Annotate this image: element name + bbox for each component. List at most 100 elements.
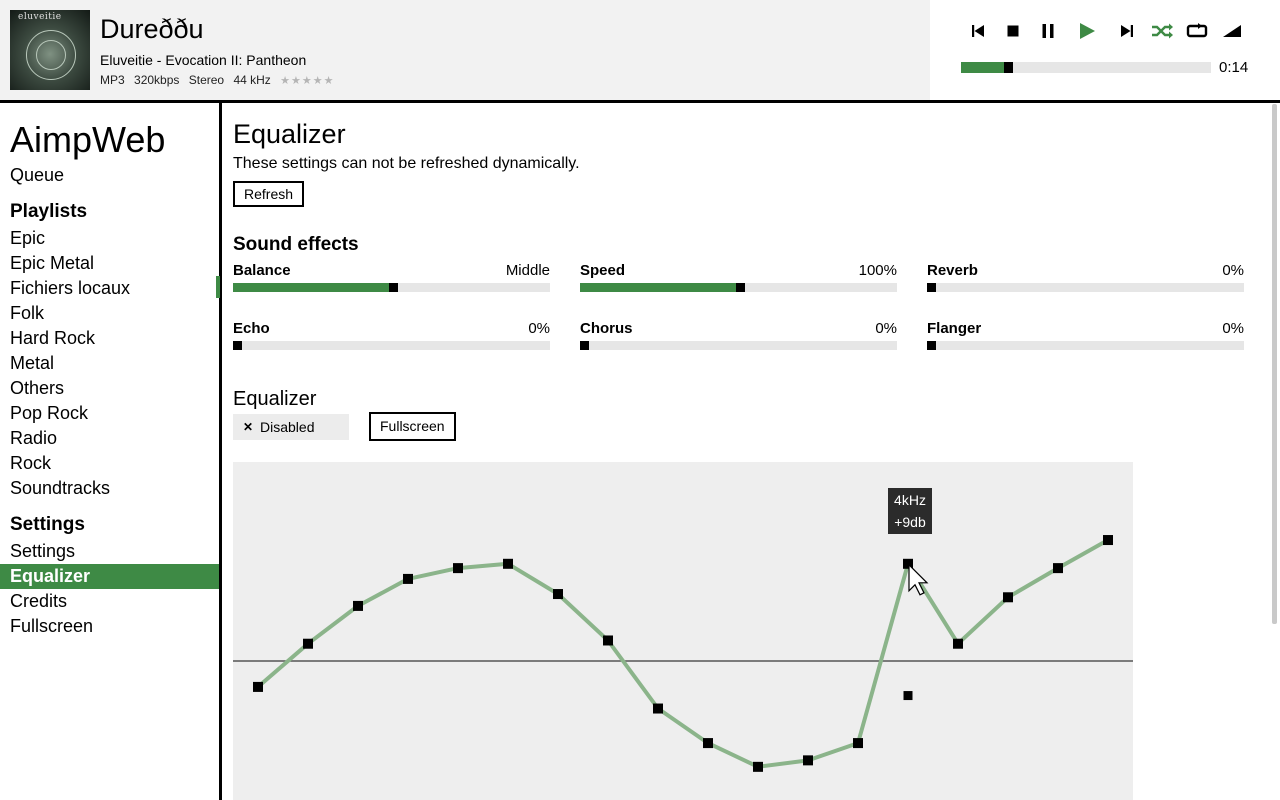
- settings-heading: Settings: [10, 514, 85, 535]
- album-art-inner-ring: [36, 40, 66, 70]
- effect-chorus: Chorus 0%: [580, 320, 897, 350]
- previous-icon: [972, 25, 984, 37]
- sidebar-item-playlist[interactable]: Fichiers locaux: [0, 276, 220, 301]
- reverb-slider[interactable]: [927, 283, 1244, 292]
- play-icon: [1080, 23, 1095, 39]
- chorus-slider[interactable]: [580, 341, 897, 350]
- slider-thumb[interactable]: [233, 341, 242, 350]
- track-artist-album: Eluveitie - Evocation II: Pantheon: [100, 52, 307, 68]
- pause-icon: [1042, 24, 1054, 38]
- band-handle[interactable]: [753, 761, 763, 772]
- main-content: Equalizer These settings can not be refr…: [233, 103, 1263, 800]
- scrollbar-thumb[interactable]: [1272, 104, 1277, 624]
- sidebar-item-playlist[interactable]: Pop Rock: [0, 401, 220, 426]
- previous-button[interactable]: [965, 18, 991, 44]
- sidebar-item-playlist[interactable]: Radio: [0, 426, 220, 451]
- slider-thumb[interactable]: [927, 283, 936, 292]
- sidebar-item-playlist[interactable]: Soundtracks: [0, 476, 220, 501]
- seek-bar-fill: [961, 62, 1004, 73]
- tooltip-band: 4kHz: [894, 492, 926, 508]
- effect-label: Reverb: [927, 262, 978, 279]
- band-previous-marker: [903, 691, 913, 701]
- sidebar-item-playlist[interactable]: Rock: [0, 451, 220, 476]
- band-handle[interactable]: [853, 738, 863, 749]
- sidebar-item-playlist[interactable]: Others: [0, 376, 220, 401]
- band-handle[interactable]: [953, 638, 963, 649]
- sidebar-scroll-accent: [216, 276, 220, 298]
- refresh-button[interactable]: Refresh: [233, 181, 305, 207]
- band-handle[interactable]: [653, 703, 663, 714]
- effect-reverb: Reverb 0%: [927, 262, 1244, 292]
- sidebar-item-playlist[interactable]: Metal: [0, 351, 220, 376]
- sidebar-item-playlist[interactable]: Hard Rock: [0, 326, 220, 351]
- sidebar-item-playlist[interactable]: Folk: [0, 301, 220, 326]
- play-button[interactable]: [1074, 18, 1100, 44]
- band-handle[interactable]: [353, 600, 363, 611]
- band-handle[interactable]: [503, 558, 513, 569]
- slider-thumb[interactable]: [389, 283, 398, 292]
- stop-button[interactable]: [1000, 18, 1026, 44]
- flanger-slider[interactable]: [927, 341, 1244, 350]
- slider-thumb[interactable]: [580, 341, 589, 350]
- volume-icon: [1223, 25, 1241, 37]
- next-button[interactable]: [1114, 18, 1140, 44]
- pause-button[interactable]: [1035, 18, 1061, 44]
- band-handle[interactable]: [303, 638, 313, 649]
- sidebar-item-settings[interactable]: Settings: [0, 539, 220, 564]
- equalizer-graph[interactable]: 4kHz +9db: [233, 462, 1133, 800]
- album-art: eluveitie: [10, 10, 90, 90]
- effect-flanger: Flanger 0%: [927, 320, 1244, 350]
- band-handle[interactable]: [553, 589, 563, 600]
- sidebar-item-playlist[interactable]: Epic: [0, 226, 220, 251]
- effect-balance: Balance Middle: [233, 262, 550, 292]
- balance-slider[interactable]: [233, 283, 550, 292]
- echo-slider[interactable]: [233, 341, 550, 350]
- sidebar-item-queue[interactable]: Queue: [0, 163, 220, 188]
- effect-value: 0%: [528, 320, 550, 337]
- equalizer-curve: [256, 538, 1109, 769]
- seek-bar-thumb[interactable]: [1004, 62, 1013, 73]
- shuffle-icon: [1152, 23, 1173, 39]
- slider-thumb[interactable]: [927, 341, 936, 350]
- format-badge: MP3: [100, 73, 125, 87]
- band-handle[interactable]: [253, 681, 263, 692]
- shuffle-button[interactable]: [1149, 18, 1175, 44]
- stop-icon: [1007, 25, 1019, 37]
- sidebar-item-equalizer[interactable]: Equalizer: [0, 564, 220, 589]
- sidebar-item-fullscreen[interactable]: Fullscreen: [0, 614, 220, 639]
- equalizer-canvas[interactable]: [233, 462, 1133, 800]
- repeat-button[interactable]: [1184, 18, 1210, 44]
- effect-label: Balance: [233, 262, 291, 279]
- speed-slider[interactable]: [580, 283, 897, 292]
- slider-thumb[interactable]: [736, 283, 745, 292]
- equalizer-heading: Equalizer: [233, 388, 317, 410]
- band-handle[interactable]: [453, 563, 463, 574]
- app-title[interactable]: AimpWeb: [10, 119, 165, 161]
- volume-button[interactable]: [1219, 18, 1245, 44]
- refresh-note: These settings can not be refreshed dyna…: [233, 155, 580, 172]
- sidebar-item-credits[interactable]: Credits: [0, 589, 220, 614]
- player-controls: 0:14: [930, 0, 1280, 100]
- equalizer-enable-toggle[interactable]: ✕ Disabled: [233, 414, 349, 440]
- band-handle[interactable]: [803, 755, 813, 766]
- fullscreen-button[interactable]: Fullscreen: [369, 412, 456, 441]
- band-handle[interactable]: [1003, 592, 1013, 603]
- effect-value: 0%: [875, 320, 897, 337]
- next-icon: [1121, 25, 1133, 37]
- effect-value: 0%: [1222, 320, 1244, 337]
- effect-value: 100%: [858, 262, 897, 279]
- page-title: Equalizer: [233, 119, 346, 149]
- band-handle[interactable]: [403, 573, 413, 584]
- effect-label: Echo: [233, 320, 270, 337]
- sidebar-item-playlist[interactable]: Epic Metal: [0, 251, 220, 276]
- band-handle[interactable]: [1053, 563, 1063, 574]
- band-handle[interactable]: [1103, 535, 1113, 546]
- band-handle[interactable]: [703, 738, 713, 749]
- close-icon: ✕: [243, 420, 254, 434]
- band-handle[interactable]: [603, 635, 613, 646]
- effect-value: 0%: [1222, 262, 1244, 279]
- channels-badge: Stereo: [188, 73, 225, 87]
- seek-bar[interactable]: [961, 62, 1211, 73]
- effect-label: Speed: [580, 262, 626, 279]
- rating-stars[interactable]: ★★★★★: [280, 75, 334, 87]
